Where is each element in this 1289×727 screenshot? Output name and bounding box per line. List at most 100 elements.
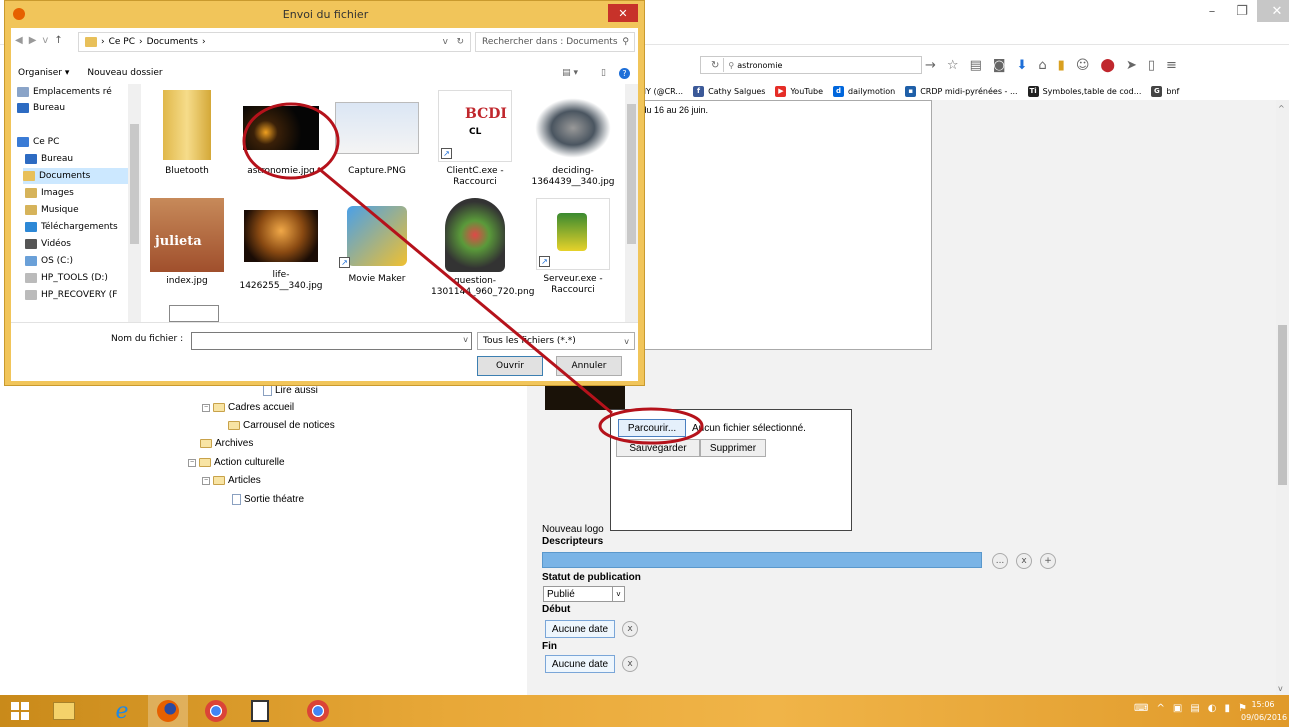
library-icon[interactable]: ▮ xyxy=(1058,58,1065,73)
nav-item[interactable]: Images xyxy=(25,185,74,201)
cancel-button[interactable]: Annuler xyxy=(556,356,622,376)
nav-item[interactable]: Musique xyxy=(25,202,79,218)
taskbar-notepad[interactable] xyxy=(240,695,280,727)
breadcrumb-this-pc[interactable]: Ce PC xyxy=(109,37,135,47)
breadcrumb-documents[interactable]: Documents xyxy=(147,37,198,47)
restore-icon[interactable]: ❐ xyxy=(1227,0,1257,22)
files-scrollbar-thumb[interactable] xyxy=(627,104,636,244)
clear-end-date-button[interactable]: x xyxy=(622,656,638,672)
reading-list-icon[interactable]: ▤ xyxy=(970,58,982,73)
tree-item[interactable]: Lire aussi xyxy=(263,385,318,396)
tree-item[interactable]: Sortie théatre xyxy=(232,494,304,505)
page-scrollbar-thumb[interactable] xyxy=(1278,325,1287,485)
bookmark-2[interactable]: YouTube xyxy=(790,87,823,96)
file-item[interactable]: Capture.PNG xyxy=(333,90,421,177)
dialog-close-button[interactable]: ✕ xyxy=(608,4,638,22)
filename-input[interactable]: v xyxy=(191,332,472,350)
file-item[interactable]: deciding-1364439__340.jpg xyxy=(529,90,617,188)
taskbar-explorer[interactable] xyxy=(44,695,84,727)
tree-item[interactable]: Archives xyxy=(200,438,253,449)
bookmark-4[interactable]: CRDP midi-pyrénées - ... xyxy=(920,87,1017,96)
antivirus-icon[interactable]: ◐ xyxy=(1208,703,1217,714)
help-icon[interactable]: ? xyxy=(619,67,630,79)
go-arrow-icon[interactable]: → xyxy=(925,58,936,73)
sidebar-icon[interactable]: ▯ xyxy=(1148,58,1155,73)
search-input[interactable]: Rechercher dans : Documents ⚲ xyxy=(475,32,635,52)
file-type-filter[interactable]: Tous les fichiers (*.*) v xyxy=(477,332,635,350)
bookmark-6[interactable]: bnf xyxy=(1166,87,1179,96)
file-item[interactable]: question-1301144_960_720.png xyxy=(431,198,534,298)
taskbar-chrome[interactable] xyxy=(196,695,236,727)
download-icon[interactable]: ⬇ xyxy=(1016,58,1027,73)
taskbar-firefox[interactable] xyxy=(148,695,188,727)
network-icon[interactable]: ▤ xyxy=(1190,703,1199,714)
nav-item[interactable]: HP_TOOLS (D:) xyxy=(25,270,108,286)
preview-pane-icon[interactable]: ▯ xyxy=(601,68,606,78)
collapse-icon[interactable]: − xyxy=(202,403,210,412)
bookmark-1[interactable]: Cathy Salgues xyxy=(708,87,765,96)
nav-item[interactable]: OS (C:) xyxy=(25,253,73,269)
file-item[interactable]: life-1426255__340.jpg xyxy=(237,198,325,292)
browse-button[interactable]: Parcourir... xyxy=(618,419,686,437)
end-date-button[interactable]: Aucune date xyxy=(545,655,615,673)
bookmark-5[interactable]: Symboles,table de cod... xyxy=(1043,87,1142,96)
clock[interactable]: 15:06 09/06/2016 xyxy=(1241,698,1287,724)
history-chevron-icon[interactable]: v xyxy=(42,35,48,46)
tree-item[interactable]: − Articles xyxy=(202,475,261,486)
nav-item-selected[interactable]: Documents xyxy=(23,168,133,184)
delete-button[interactable]: Supprimer xyxy=(700,439,766,457)
tree-item[interactable]: Carrousel de notices xyxy=(228,420,335,431)
file-item[interactable]: ↗ Serveur.exe - Raccourci xyxy=(529,198,617,296)
clear-start-date-button[interactable]: x xyxy=(622,621,638,637)
battery-icon[interactable]: ▮ xyxy=(1225,703,1231,714)
tree-item[interactable]: − Action culturelle xyxy=(188,457,285,468)
forward-icon[interactable]: ▶ xyxy=(29,35,37,46)
add-descriptor-button[interactable]: + xyxy=(1040,553,1056,569)
nav-item[interactable]: Ce PC xyxy=(17,134,59,150)
chevron-down-icon[interactable]: v xyxy=(463,335,468,344)
star-icon[interactable]: ☆ xyxy=(947,58,959,73)
close-icon[interactable]: ✕ xyxy=(1257,0,1289,22)
extension-icon[interactable]: ➤ xyxy=(1126,58,1137,73)
nav-item[interactable]: Bureau xyxy=(17,100,65,116)
refresh-icon[interactable]: ↻ xyxy=(456,37,464,47)
new-folder-button[interactable]: Nouveau dossier xyxy=(87,68,162,78)
keyboard-icon[interactable]: ⌨ xyxy=(1134,703,1148,714)
page-scrollbar[interactable] xyxy=(1276,100,1289,695)
view-options-icon[interactable]: ▤ ▾ xyxy=(562,68,578,78)
start-button[interactable] xyxy=(0,695,40,727)
url-bar[interactable]: ↻ ⚲ astronomie xyxy=(700,56,922,74)
start-date-button[interactable]: Aucune date xyxy=(545,620,615,638)
files-scrollbar[interactable] xyxy=(625,84,638,322)
organize-menu[interactable]: Organiser ▾ xyxy=(18,68,69,78)
nav-item[interactable]: Emplacements ré xyxy=(17,84,112,100)
emoji-icon[interactable]: ☺ xyxy=(1076,58,1090,73)
taskbar-chrome-2[interactable] xyxy=(298,695,338,727)
collapse-icon[interactable]: − xyxy=(202,476,210,485)
collapse-icon[interactable]: − xyxy=(188,458,196,467)
nav-item[interactable]: HP_RECOVERY (F xyxy=(25,287,117,303)
back-icon[interactable]: ◀ xyxy=(15,35,23,46)
minimize-icon[interactable]: – xyxy=(1197,0,1227,22)
pocket-icon[interactable]: ◙ xyxy=(993,58,1006,73)
up-icon[interactable]: ↑ xyxy=(54,35,62,46)
nav-item[interactable]: Vidéos xyxy=(25,236,71,252)
notification-icon[interactable]: ▣ xyxy=(1173,703,1182,714)
home-icon[interactable]: ⌂ xyxy=(1038,58,1046,73)
bookmark-3[interactable]: dailymotion xyxy=(848,87,895,96)
browse-descriptors-button[interactable]: ... xyxy=(992,553,1008,569)
nav-scrollbar-thumb[interactable] xyxy=(130,124,139,244)
taskbar-ie[interactable]: e xyxy=(102,695,142,727)
clear-descriptors-button[interactable]: x xyxy=(1016,553,1032,569)
nav-item[interactable]: Téléchargements xyxy=(25,219,118,235)
nav-scrollbar[interactable] xyxy=(128,84,141,322)
menu-icon[interactable]: ≡ xyxy=(1166,58,1177,73)
file-item[interactable]: BCDI CL ↗ ClientC.exe - Raccourci xyxy=(431,90,519,188)
file-item[interactable]: astronomie.jpg xyxy=(237,90,325,177)
chevron-down-icon[interactable]: v xyxy=(443,37,448,47)
tree-item[interactable]: − Cadres accueil xyxy=(202,402,294,413)
file-item[interactable]: julieta index.jpg xyxy=(143,198,231,287)
file-item-partial[interactable] xyxy=(169,305,219,322)
descriptors-input[interactable] xyxy=(542,552,982,568)
file-item[interactable]: Bluetooth xyxy=(143,90,231,177)
